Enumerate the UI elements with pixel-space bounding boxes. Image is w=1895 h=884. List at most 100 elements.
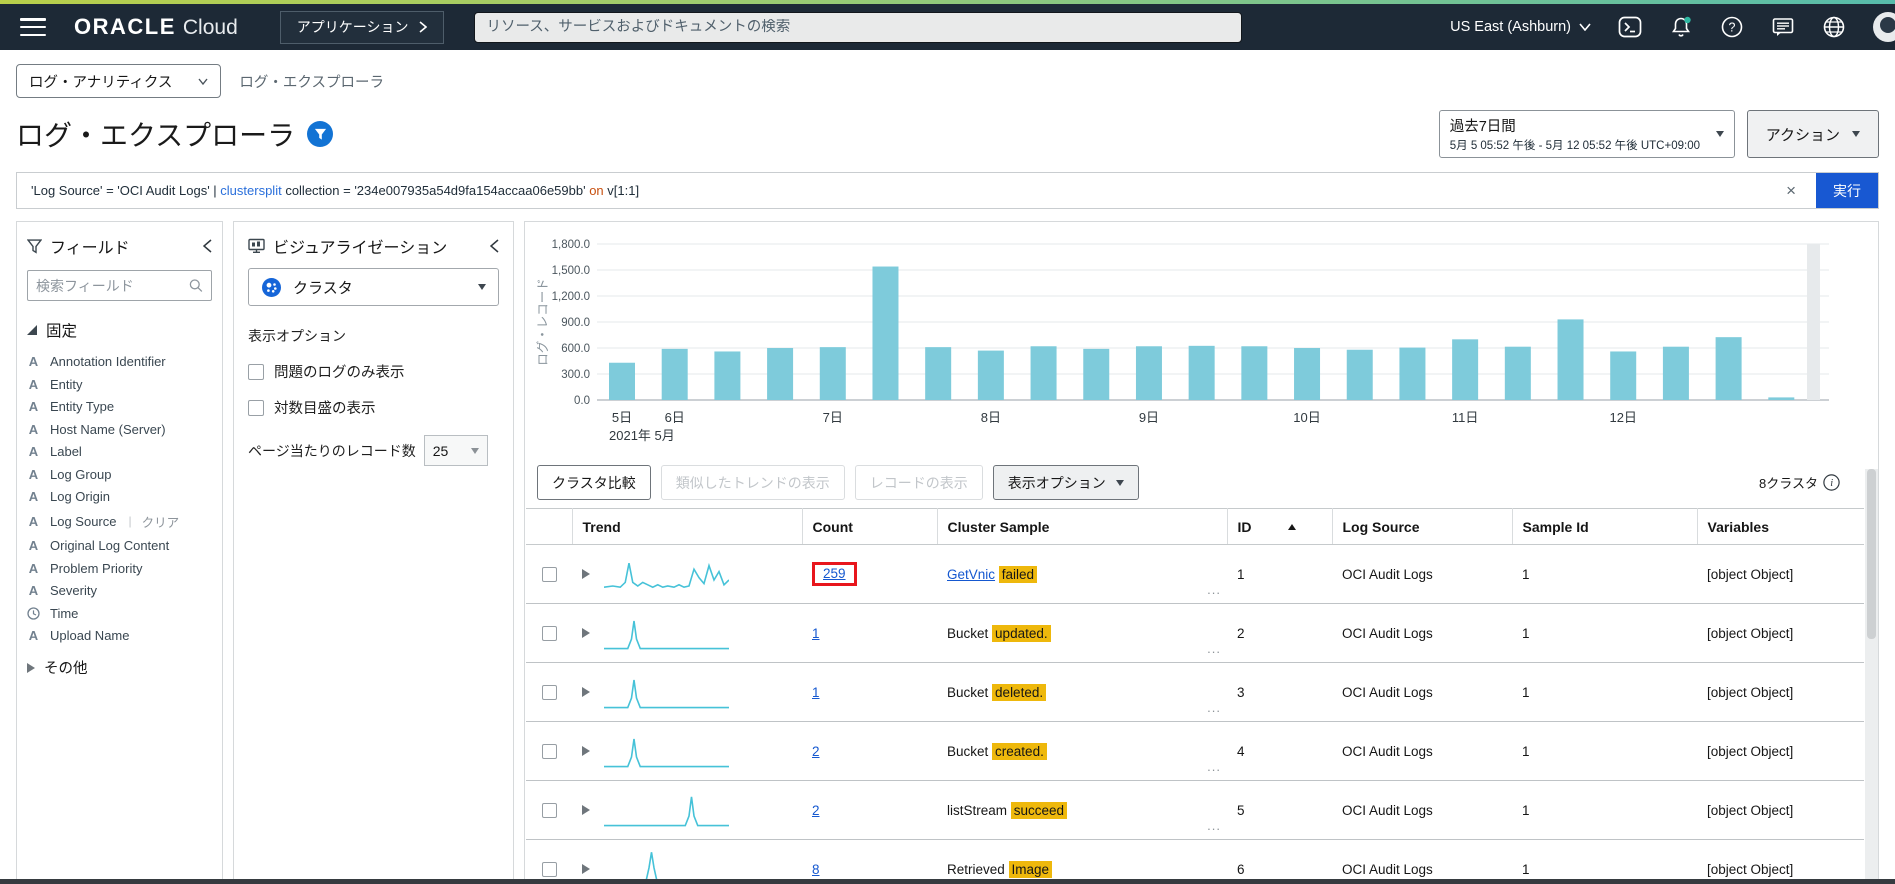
collapse-panel-icon[interactable] xyxy=(203,239,212,253)
row-checkbox[interactable] xyxy=(541,625,557,641)
column-header-id[interactable]: ID xyxy=(1227,508,1333,545)
info-icon[interactable]: i xyxy=(1823,474,1840,491)
visualization-type-select[interactable]: クラスタ xyxy=(248,268,499,306)
field-label: Label xyxy=(50,444,82,459)
field-item-time[interactable]: Time xyxy=(27,606,212,621)
text-field-icon: A xyxy=(28,399,39,414)
visualization-panel: ビジュアライゼーション クラスタ 表示オプション 問題のログのみ表示 対数目盛の… xyxy=(233,221,514,884)
count-link[interactable]: 2 xyxy=(812,744,820,759)
field-item-log-origin[interactable]: A Log Origin xyxy=(27,489,212,504)
field-item-log-source[interactable]: A Log Source | クリア xyxy=(27,512,212,531)
count-link[interactable]: 1 xyxy=(812,685,820,700)
column-header-sample-id[interactable]: Sample Id xyxy=(1512,508,1698,545)
expand-row-icon[interactable] xyxy=(582,805,590,815)
count-link[interactable]: 1 xyxy=(812,626,820,641)
filter-icon[interactable] xyxy=(307,121,334,147)
expand-row-icon[interactable] xyxy=(582,628,590,638)
show-records-button[interactable]: レコードの表示 xyxy=(854,465,983,500)
field-item-upload-name[interactable]: A Upload Name xyxy=(27,628,212,643)
highlighted-term: deleted. xyxy=(992,683,1047,701)
compare-clusters-button[interactable]: クラスタ比較 xyxy=(537,465,651,500)
field-label: Problem Priority xyxy=(50,560,143,576)
service-selector[interactable]: ログ・アナリティクス xyxy=(16,64,222,98)
row-checkbox[interactable] xyxy=(541,566,557,582)
field-item-entity-type[interactable]: A Entity Type xyxy=(27,399,212,414)
expand-row-icon[interactable] xyxy=(582,746,590,756)
menu-icon[interactable] xyxy=(20,18,46,36)
collapse-panel-icon[interactable] xyxy=(490,239,499,253)
log-scale-checkbox[interactable]: 対数目盛の表示 xyxy=(248,397,499,418)
vertical-scrollbar[interactable] xyxy=(1865,469,1878,883)
run-query-button[interactable]: 実行 xyxy=(1816,173,1878,208)
field-search[interactable] xyxy=(27,270,212,301)
language-globe-icon[interactable] xyxy=(1822,15,1846,39)
region-selector[interactable]: US East (Ashburn) xyxy=(1450,19,1591,35)
column-header-count[interactable]: Count xyxy=(802,508,938,545)
column-header-trend[interactable]: Trend xyxy=(572,508,803,545)
feedback-icon[interactable] xyxy=(1771,15,1795,39)
profile-avatar[interactable] xyxy=(1873,12,1895,42)
field-label: Entity xyxy=(50,376,83,392)
view-options-button[interactable]: 表示オプション xyxy=(992,465,1139,500)
checkbox-icon[interactable] xyxy=(248,363,264,380)
records-per-page-select[interactable]: 25 xyxy=(423,435,488,466)
truncation-ellipsis: ... xyxy=(1207,641,1221,656)
clear-query-icon[interactable]: × xyxy=(1766,181,1816,201)
show-problem-logs-checkbox[interactable]: 問題のログのみ表示 xyxy=(248,361,499,382)
field-item-severity[interactable]: A Severity xyxy=(27,583,212,598)
expand-row-icon[interactable] xyxy=(582,687,590,697)
cell-id: 6 xyxy=(1227,839,1332,883)
field-item-host-name-server-[interactable]: A Host Name (Server) xyxy=(27,422,212,437)
field-item-problem-priority[interactable]: A Problem Priority xyxy=(27,561,212,576)
global-search[interactable] xyxy=(473,11,1242,43)
query-text[interactable]: 'Log Source' = 'OCI Audit Logs' | cluste… xyxy=(31,183,639,198)
topbar: ORACLE Cloud アプリケーション US East (Ashburn) … xyxy=(0,4,1895,50)
trend-sparkline xyxy=(604,733,729,769)
highlighted-term: succeed xyxy=(1010,801,1068,819)
trend-sparkline xyxy=(604,615,729,651)
field-item-original-log-content[interactable]: A Original Log Content xyxy=(27,538,212,553)
cluster-sample-link[interactable]: GetVnic xyxy=(947,567,995,582)
time-range-selector[interactable]: 過去7日間 5月 5 05:52 午後 - 5月 12 05:52 午後 UTC… xyxy=(1438,110,1735,158)
cell-variables: [object Object] xyxy=(1697,544,1864,604)
count-link[interactable]: 2 xyxy=(812,803,820,818)
row-checkbox[interactable] xyxy=(541,743,557,759)
help-icon[interactable]: ? xyxy=(1720,15,1744,39)
show-similar-trend-button[interactable]: 類似したトレンドの表示 xyxy=(660,465,845,500)
field-item-label[interactable]: A Label xyxy=(27,444,212,459)
checkbox-icon[interactable] xyxy=(248,399,264,416)
log-records-bar-chart[interactable]: 0.0 300.0 600.0 900.0 1,200.0 1,500.0 1,800.0 ロ… xyxy=(525,222,1878,456)
oracle-cloud-logo[interactable]: ORACLE Cloud xyxy=(74,14,238,40)
field-item-log-group[interactable]: A Log Group xyxy=(27,467,212,482)
row-checkbox[interactable] xyxy=(541,802,557,818)
app-switcher-button[interactable]: アプリケーション xyxy=(279,10,444,44)
expand-row-icon[interactable] xyxy=(582,864,590,874)
field-item-annotation-identifier[interactable]: A Annotation Identifier xyxy=(27,354,212,369)
sort-ascending-icon[interactable] xyxy=(1287,523,1296,530)
bottom-scrollbar[interactable] xyxy=(0,879,1895,884)
field-item-entity[interactable]: A Entity xyxy=(27,377,212,392)
svg-text:i: i xyxy=(1830,478,1833,489)
column-header-cluster-sample[interactable]: Cluster Sample xyxy=(937,508,1228,545)
global-search-input[interactable] xyxy=(486,19,1229,35)
query-bar[interactable]: 'Log Source' = 'OCI Audit Logs' | cluste… xyxy=(16,172,1879,209)
view-options-label: 表示オプション xyxy=(1007,474,1106,491)
count-link[interactable]: 259 xyxy=(823,566,846,581)
page-title: ログ・エクスプローラ xyxy=(16,120,296,151)
cluster-sample-text: Retrieved Image xyxy=(947,860,1217,878)
field-search-input[interactable] xyxy=(36,277,190,294)
notifications-bell-icon[interactable] xyxy=(1669,15,1693,39)
pinned-section-toggle[interactable]: 固定 xyxy=(27,319,212,341)
expand-row-icon[interactable] xyxy=(582,569,590,579)
cloud-shell-icon[interactable] xyxy=(1618,15,1642,39)
column-header-variables[interactable]: Variables xyxy=(1697,508,1864,545)
actions-button[interactable]: アクション xyxy=(1746,110,1879,158)
scrollbar-thumb[interactable] xyxy=(1867,469,1876,639)
clear-field-link[interactable]: クリア xyxy=(142,512,180,531)
column-header-log-source[interactable]: Log Source xyxy=(1332,508,1513,545)
row-checkbox[interactable] xyxy=(541,684,557,700)
count-link[interactable]: 8 xyxy=(812,862,820,877)
row-checkbox[interactable] xyxy=(541,861,557,877)
separator: | xyxy=(128,514,132,528)
other-section-toggle[interactable]: その他 xyxy=(27,657,212,678)
